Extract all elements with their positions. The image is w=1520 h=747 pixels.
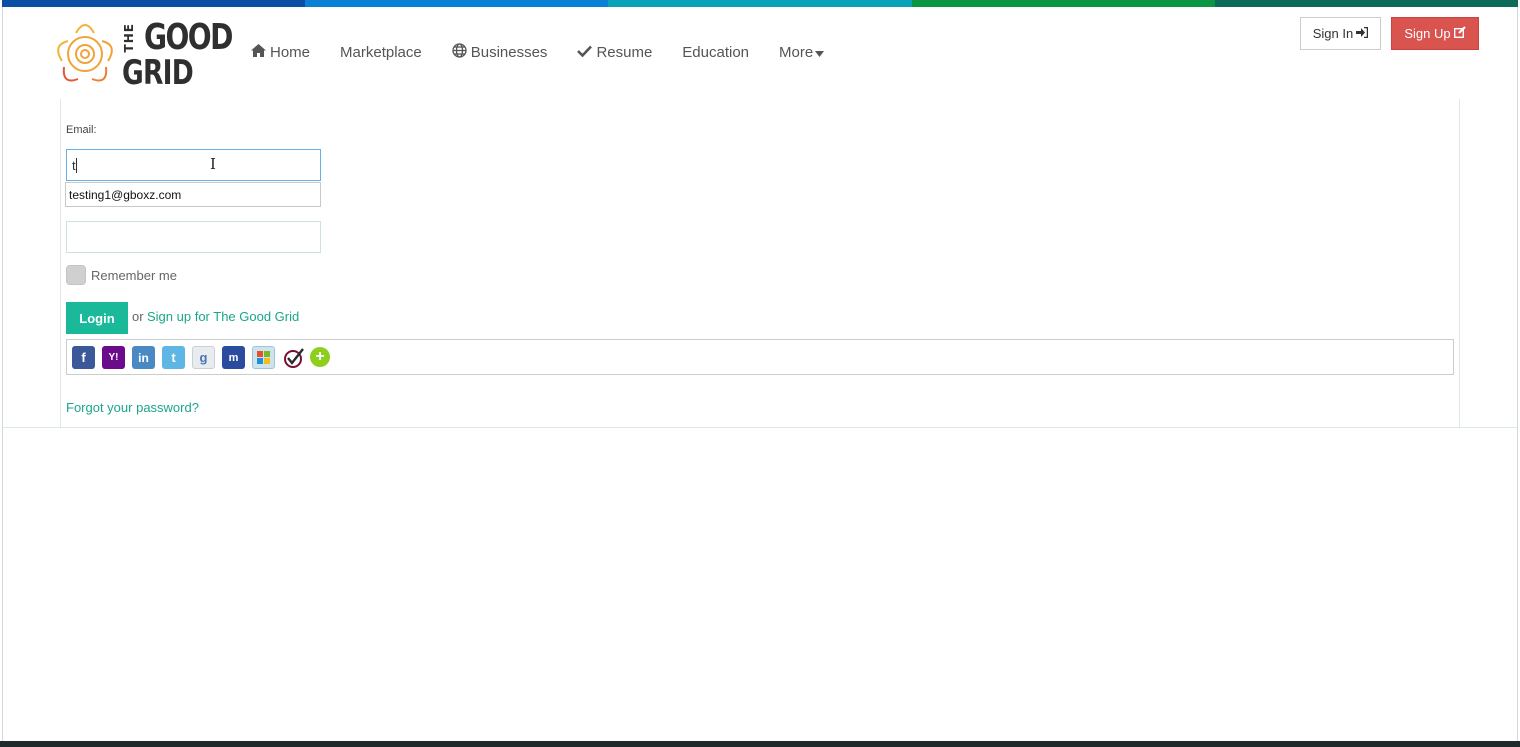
flower-logo-icon — [57, 24, 113, 82]
signup-link[interactable]: Sign up for The Good Grid — [147, 309, 299, 324]
logo-text-good: GOOD — [144, 17, 233, 58]
color-segment — [305, 0, 609, 7]
nav-education-label: Education — [682, 43, 750, 61]
site-logo[interactable]: THE GOOD GRID — [50, 15, 233, 93]
nav-marketplace[interactable]: Marketplace — [340, 43, 422, 61]
or-text: or — [132, 309, 144, 324]
nav-resume[interactable]: Resume — [577, 43, 652, 61]
myspace-icon[interactable]: m — [222, 346, 245, 369]
site-header: THE GOOD GRID Home Marketplace Businesse… — [0, 7, 1520, 99]
top-color-bar — [2, 0, 1519, 7]
nav-education[interactable]: Education — [682, 43, 749, 61]
autocomplete-suggestion[interactable]: testing1@gboxz.com — [65, 182, 321, 207]
nav-home[interactable]: Home — [251, 43, 310, 61]
nav-businesses[interactable]: Businesses — [452, 43, 548, 61]
nav-businesses-label: Businesses — [470, 43, 548, 61]
text-cursor-icon: I — [210, 155, 216, 173]
sign-up-button[interactable]: Sign Up — [1391, 17, 1479, 50]
social-login-bar: f Y! in t g m + — [66, 339, 1454, 375]
logo-text-the: THE — [122, 23, 136, 53]
panel-divider — [2, 427, 1518, 428]
remember-me-checkbox[interactable] — [66, 265, 86, 285]
twitter-icon[interactable]: t — [162, 346, 185, 369]
password-field[interactable] — [66, 221, 321, 253]
check-icon — [577, 44, 593, 60]
color-segment — [911, 0, 1215, 7]
nav-more-dropdown[interactable]: More — [779, 43, 825, 61]
linkedin-icon[interactable]: in — [132, 346, 155, 369]
yahoo-icon[interactable]: Y! — [102, 346, 125, 369]
sign-in-button[interactable]: Sign In — [1300, 17, 1381, 50]
footer-bar — [0, 741, 1520, 747]
logo-text-grid: GRID — [122, 53, 194, 93]
nav-resume-label: Resume — [596, 43, 653, 61]
email-label: Email: — [66, 124, 97, 136]
color-segment — [2, 0, 306, 7]
sign-in-label: Sign In — [1312, 26, 1354, 41]
main-nav: Home Marketplace Businesses Resume Educa… — [251, 43, 854, 61]
home-icon — [251, 44, 266, 60]
remember-me-row: Remember me — [66, 265, 177, 285]
nav-more-label: More — [779, 43, 814, 61]
login-button[interactable]: Login — [66, 302, 128, 334]
google-icon[interactable]: g — [192, 346, 215, 369]
caret-down-icon — [815, 44, 825, 60]
windows-live-icon[interactable] — [252, 346, 275, 369]
color-segment — [1214, 0, 1519, 7]
sign-up-label: Sign Up — [1404, 26, 1451, 41]
nav-home-label: Home — [270, 43, 311, 61]
nav-marketplace-label: Marketplace — [340, 43, 422, 61]
globe-icon — [452, 43, 467, 61]
remember-me-label[interactable]: Remember me — [91, 268, 177, 283]
facebook-icon[interactable]: f — [72, 346, 95, 369]
forgot-password-link[interactable]: Forgot your password? — [66, 400, 199, 415]
text-caret — [75, 157, 77, 173]
sign-in-icon — [1356, 26, 1369, 41]
color-segment — [608, 0, 912, 7]
email-field[interactable]: t — [66, 149, 321, 181]
add-more-icon[interactable]: + — [310, 347, 330, 367]
edit-icon — [1453, 26, 1466, 41]
verisign-icon[interactable] — [282, 346, 305, 369]
